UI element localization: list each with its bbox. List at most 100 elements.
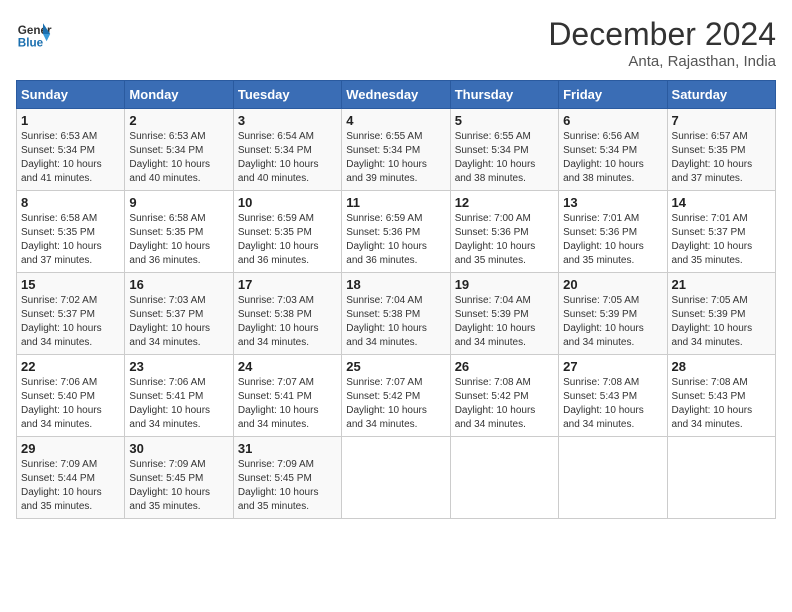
- day-info: Sunrise: 6:56 AMSunset: 5:34 PMDaylight:…: [563, 130, 662, 186]
- calendar-row: 1 Sunrise: 6:53 AMSunset: 5:34 PMDaylight…: [17, 109, 776, 191]
- table-row: [342, 437, 450, 519]
- header-sunday: Sunday: [17, 81, 125, 109]
- day-info: Sunrise: 7:09 AMSunset: 5:45 PMDaylight:…: [238, 458, 337, 514]
- day-info: Sunrise: 6:59 AMSunset: 5:36 PMDaylight:…: [346, 212, 445, 268]
- day-number: 22: [21, 359, 120, 374]
- day-number: 9: [129, 195, 228, 210]
- day-number: 26: [455, 359, 554, 374]
- table-row: 31 Sunrise: 7:09 AMSunset: 5:45 PMDayligh…: [233, 437, 341, 519]
- day-info: Sunrise: 6:58 AMSunset: 5:35 PMDaylight:…: [129, 212, 228, 268]
- logo: General Blue: [16, 16, 52, 52]
- table-row: 22 Sunrise: 7:06 AMSunset: 5:40 PMDayligh…: [17, 355, 125, 437]
- day-info: Sunrise: 7:06 AMSunset: 5:40 PMDaylight:…: [21, 376, 120, 432]
- day-number: 14: [672, 195, 771, 210]
- table-row: 13Sunrise: 7:01 AMSunset: 5:36 PMDayligh…: [559, 191, 667, 273]
- table-row: 4Sunrise: 6:55 AMSunset: 5:34 PMDaylight…: [342, 109, 450, 191]
- day-number: 15: [21, 277, 120, 292]
- table-row: 10 Sunrise: 6:59 AMSunset: 5:35 PMDayligh…: [233, 191, 341, 273]
- day-number: 31: [238, 441, 337, 456]
- day-info: Sunrise: 6:58 AMSunset: 5:35 PMDaylight:…: [21, 212, 120, 268]
- day-info: Sunrise: 7:03 AMSunset: 5:38 PMDaylight:…: [238, 294, 337, 350]
- day-info: Sunrise: 7:09 AMSunset: 5:45 PMDaylight:…: [129, 458, 228, 514]
- table-row: 30 Sunrise: 7:09 AMSunset: 5:45 PMDayligh…: [125, 437, 233, 519]
- table-row: 6 Sunrise: 6:56 AMSunset: 5:34 PMDaylight…: [559, 109, 667, 191]
- table-row: 18 Sunrise: 7:04 AMSunset: 5:38 PMDayligh…: [342, 273, 450, 355]
- day-info: Sunrise: 6:57 AMSunset: 5:35 PMDaylight:…: [672, 130, 771, 186]
- table-row: 8 Sunrise: 6:58 AMSunset: 5:35 PMDaylight…: [17, 191, 125, 273]
- table-row: 9 Sunrise: 6:58 AMSunset: 5:35 PMDaylight…: [125, 191, 233, 273]
- day-number: 27: [563, 359, 662, 374]
- table-row: 19Sunrise: 7:04 AMSunset: 5:39 PMDayligh…: [450, 273, 558, 355]
- day-number: 11: [346, 195, 445, 210]
- day-number: 24: [238, 359, 337, 374]
- table-row: [450, 437, 558, 519]
- table-row: 11 Sunrise: 6:59 AMSunset: 5:36 PMDayligh…: [342, 191, 450, 273]
- day-number: 12: [455, 195, 554, 210]
- day-number: 1: [21, 113, 120, 128]
- day-number: 21: [672, 277, 771, 292]
- calendar-row: 29 Sunrise: 7:09 AMSunset: 5:44 PMDayligh…: [17, 437, 776, 519]
- day-number: 28: [672, 359, 771, 374]
- table-row: 21 Sunrise: 7:05 AMSunset: 5:39 PMDayligh…: [667, 273, 775, 355]
- day-number: 7: [672, 113, 771, 128]
- logo-icon: General Blue: [16, 16, 52, 52]
- day-info: Sunrise: 7:08 AMSunset: 5:42 PMDaylight:…: [455, 376, 554, 432]
- header-saturday: Saturday: [667, 81, 775, 109]
- day-info: Sunrise: 6:53 AMSunset: 5:34 PMDaylight:…: [129, 130, 228, 186]
- day-number: 17: [238, 277, 337, 292]
- day-info: Sunrise: 7:02 AMSunset: 5:37 PMDaylight:…: [21, 294, 120, 350]
- day-number: 30: [129, 441, 228, 456]
- day-info: Sunrise: 7:07 AMSunset: 5:42 PMDaylight:…: [346, 376, 445, 432]
- day-number: 19: [455, 277, 554, 292]
- page-header: General Blue December 2024 Anta, Rajasth…: [16, 16, 776, 70]
- table-row: 14Sunrise: 7:01 AMSunset: 5:37 PMDayligh…: [667, 191, 775, 273]
- table-row: 2 Sunrise: 6:53 AMSunset: 5:34 PMDaylight…: [125, 109, 233, 191]
- day-number: 3: [238, 113, 337, 128]
- day-number: 2: [129, 113, 228, 128]
- day-number: 5: [455, 113, 554, 128]
- table-row: 23Sunrise: 7:06 AMSunset: 5:41 PMDayligh…: [125, 355, 233, 437]
- day-number: 20: [563, 277, 662, 292]
- day-number: 8: [21, 195, 120, 210]
- header-tuesday: Tuesday: [233, 81, 341, 109]
- day-number: 18: [346, 277, 445, 292]
- svg-text:Blue: Blue: [18, 37, 44, 50]
- calendar-table: Sunday Monday Tuesday Wednesday Thursday…: [16, 80, 776, 519]
- table-row: 5 Sunrise: 6:55 AMSunset: 5:34 PMDaylight…: [450, 109, 558, 191]
- header-friday: Friday: [559, 81, 667, 109]
- table-row: 12Sunrise: 7:00 AMSunset: 5:36 PMDayligh…: [450, 191, 558, 273]
- calendar-row: 8 Sunrise: 6:58 AMSunset: 5:35 PMDaylight…: [17, 191, 776, 273]
- day-number: 29: [21, 441, 120, 456]
- day-info: Sunrise: 7:08 AMSunset: 5:43 PMDaylight:…: [563, 376, 662, 432]
- day-number: 13: [563, 195, 662, 210]
- day-info: Sunrise: 7:04 AMSunset: 5:38 PMDaylight:…: [346, 294, 445, 350]
- table-row: [559, 437, 667, 519]
- day-number: 23: [129, 359, 228, 374]
- table-row: 24Sunrise: 7:07 AMSunset: 5:41 PMDayligh…: [233, 355, 341, 437]
- day-info: Sunrise: 7:05 AMSunset: 5:39 PMDaylight:…: [563, 294, 662, 350]
- table-row: 3 Sunrise: 6:54 AMSunset: 5:34 PMDaylight…: [233, 109, 341, 191]
- calendar-row: 22 Sunrise: 7:06 AMSunset: 5:40 PMDayligh…: [17, 355, 776, 437]
- day-info: Sunrise: 6:59 AMSunset: 5:35 PMDaylight:…: [238, 212, 337, 268]
- title-area: December 2024 Anta, Rajasthan, India: [548, 16, 776, 70]
- day-number: 16: [129, 277, 228, 292]
- table-row: 7 Sunrise: 6:57 AMSunset: 5:35 PMDaylight…: [667, 109, 775, 191]
- day-info: Sunrise: 6:55 AMSunset: 5:34 PMDaylight:…: [455, 130, 554, 186]
- table-row: 25Sunrise: 7:07 AMSunset: 5:42 PMDayligh…: [342, 355, 450, 437]
- table-row: 17 Sunrise: 7:03 AMSunset: 5:38 PMDayligh…: [233, 273, 341, 355]
- day-number: 6: [563, 113, 662, 128]
- header-thursday: Thursday: [450, 81, 558, 109]
- table-row: 16Sunrise: 7:03 AMSunset: 5:37 PMDayligh…: [125, 273, 233, 355]
- day-info: Sunrise: 7:05 AMSunset: 5:39 PMDaylight:…: [672, 294, 771, 350]
- table-row: 20 Sunrise: 7:05 AMSunset: 5:39 PMDayligh…: [559, 273, 667, 355]
- day-number: 10: [238, 195, 337, 210]
- header-wednesday: Wednesday: [342, 81, 450, 109]
- table-row: 15 Sunrise: 7:02 AMSunset: 5:37 PMDayligh…: [17, 273, 125, 355]
- day-info: Sunrise: 6:54 AMSunset: 5:34 PMDaylight:…: [238, 130, 337, 186]
- weekday-header-row: Sunday Monday Tuesday Wednesday Thursday…: [17, 81, 776, 109]
- day-info: Sunrise: 7:08 AMSunset: 5:43 PMDaylight:…: [672, 376, 771, 432]
- day-info: Sunrise: 7:09 AMSunset: 5:44 PMDaylight:…: [21, 458, 120, 514]
- header-monday: Monday: [125, 81, 233, 109]
- day-info: Sunrise: 6:53 AMSunset: 5:34 PMDaylight:…: [21, 130, 120, 186]
- table-row: 26 Sunrise: 7:08 AMSunset: 5:42 PMDayligh…: [450, 355, 558, 437]
